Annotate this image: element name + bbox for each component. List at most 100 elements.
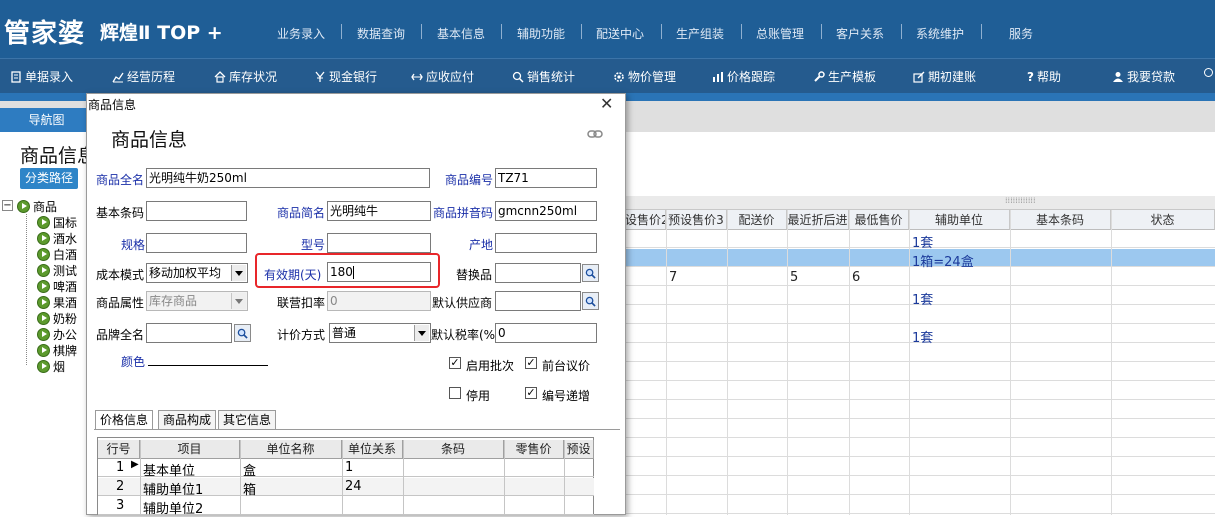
tree-node[interactable]: 办公 xyxy=(37,326,77,342)
toolbar-button-price-track[interactable]: 价格跟踪 xyxy=(712,68,775,85)
tree-node[interactable]: 果酒 xyxy=(37,294,77,310)
column-header: 单位关系 xyxy=(342,440,403,459)
spec-input[interactable] xyxy=(146,233,247,253)
tree-node[interactable]: 国标 xyxy=(37,214,77,230)
menu-item[interactable]: 业务录入 xyxy=(277,25,325,42)
table-row[interactable] xyxy=(625,458,1215,476)
tree-label: 烟 xyxy=(53,359,66,374)
table-row[interactable] xyxy=(625,363,1215,381)
menu-item[interactable]: 数据查询 xyxy=(357,25,405,42)
category-icon xyxy=(37,247,50,261)
tree-node[interactable]: 奶粉 xyxy=(37,310,77,326)
substitute-input[interactable] xyxy=(495,263,581,283)
menu-item[interactable]: 总账管理 xyxy=(756,25,804,42)
column-header[interactable]: 设售价2 xyxy=(625,210,666,230)
table-row[interactable] xyxy=(625,401,1215,419)
category-path-button[interactable]: 分类路径 xyxy=(20,168,78,189)
model-label: 型号 xyxy=(301,238,326,252)
model-input[interactable] xyxy=(327,233,431,253)
tree-node[interactable]: 烟 xyxy=(37,358,65,374)
chevron-down-icon[interactable] xyxy=(231,265,246,281)
barcode-input[interactable] xyxy=(146,201,247,221)
tree-node[interactable]: 棋牌 xyxy=(37,342,77,358)
search-icon[interactable] xyxy=(582,264,599,282)
table-row[interactable] xyxy=(625,344,1215,362)
full-name-input[interactable]: 光明纯牛奶250ml xyxy=(146,168,430,188)
menu-item[interactable]: 辅助功能 xyxy=(517,25,565,42)
app-logo: 管家婆 xyxy=(4,19,86,49)
grid-line xyxy=(504,440,505,515)
toolbar-button-receivable[interactable]: 应收应付 xyxy=(411,68,474,85)
menu-item[interactable]: 服务 xyxy=(1009,25,1033,42)
toolbar-button-stock[interactable]: 库存状况 xyxy=(214,68,277,85)
tree-node-root[interactable]: 商品 xyxy=(17,198,57,214)
help-icon: ? xyxy=(1027,69,1034,84)
color-field[interactable] xyxy=(148,365,268,366)
batch-checkbox[interactable]: ✓ xyxy=(449,357,461,369)
counter-price-checkbox[interactable]: ✓ xyxy=(525,357,537,369)
tree-node[interactable]: 啤酒 xyxy=(37,278,77,294)
code-input[interactable]: TZ71 xyxy=(495,168,597,188)
grid-line xyxy=(1010,210,1011,515)
column-header[interactable]: 辅助单位 xyxy=(909,210,1010,230)
menu-separator xyxy=(581,24,582,39)
tree-node[interactable]: 酒水 xyxy=(37,230,77,246)
menu-item[interactable]: 基本信息 xyxy=(437,25,485,42)
table-row[interactable] xyxy=(625,439,1215,457)
tax-input[interactable]: 0 xyxy=(495,323,597,343)
close-icon[interactable]: ✕ xyxy=(600,94,613,113)
column-header[interactable]: 状态 xyxy=(1111,210,1215,230)
disable-checkbox[interactable] xyxy=(449,387,461,399)
tab-navigation[interactable]: 导航图 xyxy=(0,108,93,132)
search-icon[interactable] xyxy=(234,324,251,342)
column-header[interactable]: 基本条码 xyxy=(1010,210,1111,230)
pinyin-input[interactable]: gmcnn250ml xyxy=(495,201,597,221)
toolbar-button-opening[interactable]: 期初建账 xyxy=(913,68,976,85)
table-row[interactable] xyxy=(625,496,1215,514)
grid-splitter[interactable]: ⁞⁞⁞⁞⁞⁞⁞⁞⁞⁞⁞⁞ xyxy=(625,196,1215,210)
tree-label: 白酒 xyxy=(53,247,78,262)
tab-composition[interactable]: 商品构成 xyxy=(158,410,217,429)
toolbar-button-cash[interactable]: 现金银行 xyxy=(314,68,377,85)
column-header[interactable]: 最低售价 xyxy=(849,210,909,230)
table-row[interactable] xyxy=(625,420,1215,438)
menu-item[interactable]: 系统维护 xyxy=(916,25,964,42)
tree-node[interactable]: 测试 xyxy=(37,262,77,278)
short-name-input[interactable]: 光明纯牛 xyxy=(327,201,431,221)
column-header[interactable]: 配送价 xyxy=(727,210,787,230)
tab-other-info[interactable]: 其它信息 xyxy=(218,410,277,429)
toolbar-button-sales-stats[interactable]: 销售统计 xyxy=(512,68,575,85)
chevron-down-icon[interactable] xyxy=(414,325,429,341)
pricing-select[interactable]: 普通 xyxy=(329,323,431,343)
toolbar-button-template[interactable]: 生产模板 xyxy=(813,68,876,85)
menu-item[interactable]: 配送中心 xyxy=(596,25,644,42)
table-row[interactable] xyxy=(625,382,1215,400)
cost-mode-select[interactable]: 移动加权平均 xyxy=(146,263,248,283)
brand-input[interactable] xyxy=(146,323,232,343)
auto-increment-checkbox[interactable]: ✓ xyxy=(525,387,537,399)
tree-collapse-toggle[interactable]: − xyxy=(2,200,13,211)
tree-node[interactable]: 白酒 xyxy=(37,246,77,262)
toolbar-button-price-mgmt[interactable]: 物价管理 xyxy=(613,68,676,85)
cell-relation: 24 xyxy=(345,479,362,494)
toolbar-label: 物价管理 xyxy=(628,70,677,84)
column-header[interactable]: 最近折后进 xyxy=(787,210,849,230)
tab-price-info[interactable]: 价格信息 xyxy=(95,410,154,430)
shelf-life-label: 有效期(天) xyxy=(264,268,322,282)
toolbar-button-loan[interactable]: 我要贷款 xyxy=(1112,68,1175,85)
toolbar-button-help[interactable]: ? 帮助 xyxy=(1027,68,1061,85)
table-row[interactable] xyxy=(625,477,1215,495)
toolbar-overflow[interactable] xyxy=(1204,68,1213,77)
table-row[interactable] xyxy=(625,268,1215,286)
column-header[interactable]: 预设售价3 xyxy=(666,210,727,230)
supplier-input[interactable] xyxy=(495,291,581,311)
toolbar-button-entry[interactable]: 单据录入 xyxy=(10,68,73,85)
search-icon[interactable] xyxy=(582,292,599,310)
toolbar-button-history[interactable]: 经营历程 xyxy=(112,68,175,85)
menu-item[interactable]: 客户关系 xyxy=(836,25,884,42)
menu-item[interactable]: 生产组装 xyxy=(676,25,724,42)
origin-input[interactable] xyxy=(495,233,597,253)
shelf-life-input[interactable]: 180 xyxy=(327,262,431,282)
link-icon[interactable] xyxy=(587,129,603,139)
table-row[interactable] xyxy=(625,306,1215,324)
